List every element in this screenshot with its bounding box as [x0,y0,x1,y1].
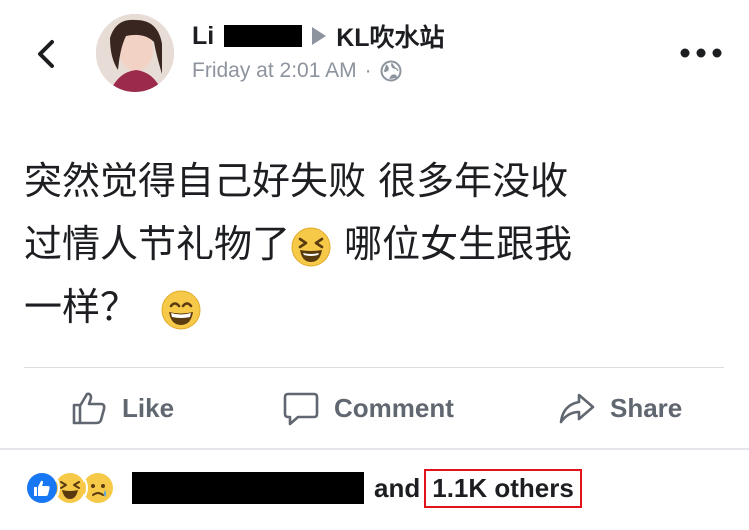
triangle-right-icon [312,27,327,45]
reactions-summary[interactable]: and 1.1K others [24,466,582,510]
group-name[interactable]: KL吹水站 [336,18,444,54]
globe-icon [380,60,402,82]
like-reaction-icon [24,470,60,506]
post-timestamp[interactable]: Friday at 2:01 AM [192,59,357,83]
comment-button[interactable]: Comment [282,384,454,432]
post-line-2-text: 过情人节礼物了 [24,222,291,266]
post-line-3: 一样？ [24,276,734,339]
chevron-left-icon [38,40,54,68]
more-dots-icon [680,48,722,58]
avatar[interactable] [96,14,174,92]
divider [24,367,724,368]
divider [0,448,749,450]
share-arrow-icon [559,393,595,424]
comment-label: Comment [334,392,454,423]
meta-separator: · [364,59,372,82]
thumbs-up-icon [72,392,106,425]
more-options-button[interactable] [676,38,726,68]
post-line-2-rest: 哪位女生跟我 [332,222,573,266]
share-button[interactable]: Share [558,384,682,432]
grinning-emoji [161,290,201,329]
reactions-others-count[interactable]: 1.1K others [424,468,582,508]
laughing-squint-emoji [291,227,331,266]
redacted-names [132,472,364,504]
like-label: Like [122,392,175,423]
like-button[interactable]: Like [70,384,174,432]
share-label: Share [610,392,683,423]
post-line-3-text: 一样？ [24,285,139,329]
redacted-author-surname [224,25,303,47]
post-line-2: 过情人节礼物了 哪位女生跟我 [24,213,734,276]
reactions-and-text: and [374,472,421,503]
avatar-image [96,14,174,92]
post-header-names: Li KL吹水站 [192,18,445,54]
comment-bubble-icon [283,392,319,426]
post-meta: Friday at 2:01 AM · [192,56,402,86]
post-text: 突然觉得自己好失败 很多年没收 过情人节礼物了 哪位女生跟我 一样？ [24,150,734,339]
post-line-1: 突然觉得自己好失败 很多年没收 [24,159,569,203]
author-name[interactable]: Li [192,22,214,51]
back-button[interactable] [28,34,68,74]
